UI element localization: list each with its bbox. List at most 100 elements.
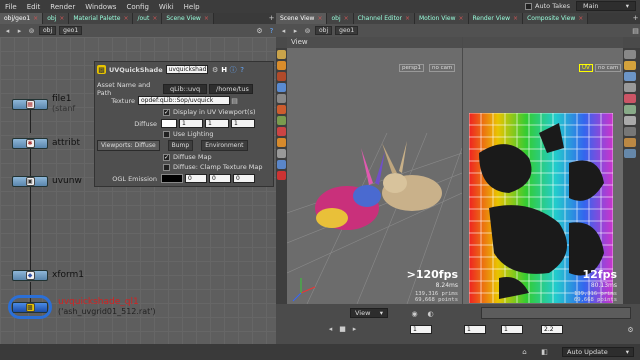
use-lighting-row[interactable]: Use Lighting: [163, 130, 213, 138]
lighting-icon[interactable]: [624, 61, 636, 70]
info-icon[interactable]: ⓘ: [229, 65, 238, 74]
diffuse-r-field[interactable]: 1: [179, 119, 203, 128]
desktop-select[interactable]: Main ▾: [576, 1, 636, 11]
camera-select-button[interactable]: no cam: [595, 64, 622, 72]
settings-icon[interactable]: ⚙: [626, 325, 635, 334]
cook-icon[interactable]: ⚙: [255, 26, 264, 35]
pin-icon[interactable]: ⊚: [303, 26, 312, 35]
display-uv-row[interactable]: ✓ Display in UV Viewport(s): [163, 108, 256, 116]
safe-area-icon[interactable]: [624, 127, 636, 136]
menu-wiki[interactable]: Wiki: [154, 3, 179, 11]
camera-icon[interactable]: [624, 116, 636, 125]
close-icon[interactable]: ×: [578, 15, 583, 22]
node-body[interactable]: ▦: [12, 98, 48, 110]
scale-tool-icon[interactable]: [277, 94, 286, 103]
shading-icon[interactable]: [624, 72, 636, 81]
node-body[interactable]: ▣: [12, 176, 48, 187]
asset-path-select[interactable]: /home/tus: [209, 84, 253, 94]
node-body[interactable]: ◆: [12, 270, 48, 281]
path-geo-button[interactable]: geo1: [335, 26, 359, 35]
diffuse-g-field[interactable]: 1: [205, 119, 229, 128]
clamp-checkbox[interactable]: [163, 163, 170, 171]
ogl-emission-b-field[interactable]: 0: [233, 174, 255, 183]
end-field[interactable]: 2.2: [541, 325, 563, 334]
tab-composite-view[interactable]: Composite View ×: [523, 13, 589, 24]
path-obj-button[interactable]: obj: [315, 26, 333, 35]
add-tab-icon[interactable]: +: [631, 13, 640, 22]
sculpt-tool-icon[interactable]: [277, 138, 286, 147]
ogl-emission-r-field[interactable]: 0: [185, 174, 207, 183]
select-tool-icon[interactable]: [277, 50, 286, 59]
close-icon[interactable]: ×: [459, 15, 464, 22]
menu-file[interactable]: File: [0, 3, 22, 11]
file-browse-icon[interactable]: ▤: [230, 96, 239, 105]
close-icon[interactable]: ×: [344, 15, 349, 22]
auto-update-select[interactable]: Auto Update ▾: [562, 347, 634, 357]
forward-arrow-icon[interactable]: ▸: [15, 26, 24, 35]
rotate-tool-icon[interactable]: [277, 83, 286, 92]
frame-field[interactable]: 1: [410, 325, 432, 334]
tab-motion-view[interactable]: Motion View ×: [415, 13, 469, 24]
ogl-emission-g-field[interactable]: 0: [209, 174, 231, 183]
play-reverse-icon[interactable]: ◂: [326, 324, 335, 333]
auto-takes-toggle[interactable]: Auto Takes: [525, 2, 570, 10]
ogl-emission-swatch[interactable]: [161, 174, 183, 183]
view-tool-icon[interactable]: [277, 116, 286, 125]
stop-icon[interactable]: ■: [338, 324, 347, 333]
close-icon[interactable]: ×: [123, 15, 128, 22]
help-icon[interactable]: ?: [267, 26, 276, 35]
ghost-icon[interactable]: [624, 94, 636, 103]
node-uvunwrap[interactable]: ▣ uvunw: [12, 176, 82, 187]
use-lighting-checkbox[interactable]: [163, 130, 170, 138]
tab-obj-right[interactable]: obj ×: [327, 13, 354, 24]
magnet-tool-icon[interactable]: [277, 160, 286, 169]
pin-icon[interactable]: ⊚: [27, 26, 36, 35]
camera-select-button[interactable]: no cam: [429, 64, 456, 72]
tab-obj-geo1[interactable]: obj/geo1 ×: [0, 13, 44, 24]
close-icon[interactable]: ×: [317, 15, 322, 22]
move-tool-icon[interactable]: [277, 72, 286, 81]
node-attribute[interactable]: ✱ attribt: [12, 138, 80, 149]
auto-takes-checkbox[interactable]: [525, 2, 533, 10]
eye-icon[interactable]: ◉: [410, 309, 419, 318]
back-arrow-icon[interactable]: ◂: [279, 26, 288, 35]
viewport-uv[interactable]: UV no cam 12fps 80.13ms 139,316 prims 69: [463, 37, 623, 344]
display-options-icon[interactable]: [624, 50, 636, 59]
tab-scene-view[interactable]: Scene View ×: [276, 13, 328, 24]
menu-help[interactable]: Help: [179, 3, 205, 11]
asset-name-select[interactable]: qLib::uvq: [163, 84, 207, 94]
texture-field[interactable]: opdef:qLib::Sop/uvquick: [138, 96, 230, 105]
pose-tool-icon[interactable]: [277, 105, 286, 114]
display-uv-checkbox[interactable]: ✓: [163, 108, 170, 116]
background-icon[interactable]: [624, 138, 636, 147]
node-name-field[interactable]: uvquickshad: [165, 65, 208, 74]
half-circle-icon[interactable]: ◐: [426, 309, 435, 318]
close-icon[interactable]: ×: [33, 15, 38, 22]
gear-icon[interactable]: ⚙: [211, 65, 220, 74]
uv-view-button[interactable]: UV: [579, 64, 593, 72]
hscript-icon[interactable]: H: [220, 65, 229, 74]
record-tool-icon[interactable]: [277, 171, 286, 180]
tab-channel-editor[interactable]: Channel Editor ×: [353, 13, 415, 24]
diffuse-map-row[interactable]: ✓ Diffuse Map: [163, 153, 212, 161]
lock-icon[interactable]: ◧: [540, 347, 549, 356]
diffuse-swatch[interactable]: [161, 119, 177, 128]
viewport-perspective[interactable]: View persp1 no cam >120fps 8.24ms 139,31…: [287, 37, 462, 344]
tab-out[interactable]: /out ×: [133, 13, 163, 24]
close-icon[interactable]: ×: [59, 15, 64, 22]
path-obj-button[interactable]: obj: [39, 26, 57, 35]
grid-icon[interactable]: [624, 105, 636, 114]
camera-persp-button[interactable]: persp1: [399, 64, 424, 72]
forward-arrow-icon[interactable]: ▸: [291, 26, 300, 35]
split-icon[interactable]: ▤: [631, 26, 640, 35]
node-body[interactable]: ✱: [12, 138, 48, 149]
time-slider[interactable]: [481, 307, 631, 319]
scale-field[interactable]: 1: [501, 325, 523, 334]
key-icon[interactable]: ⌂: [520, 347, 529, 356]
close-icon[interactable]: ×: [204, 15, 209, 22]
tab-scene-view-left[interactable]: Scene View ×: [162, 13, 214, 24]
tab-material-palette[interactable]: Material Palette ×: [69, 13, 134, 24]
node-uvquickshade[interactable]: ▩ uvquickshade_ql1 ('ash_uvgrid01_512.ra…: [8, 295, 156, 319]
tab-bump[interactable]: Bump: [167, 140, 194, 151]
tab-render-view[interactable]: Render View ×: [468, 13, 524, 24]
